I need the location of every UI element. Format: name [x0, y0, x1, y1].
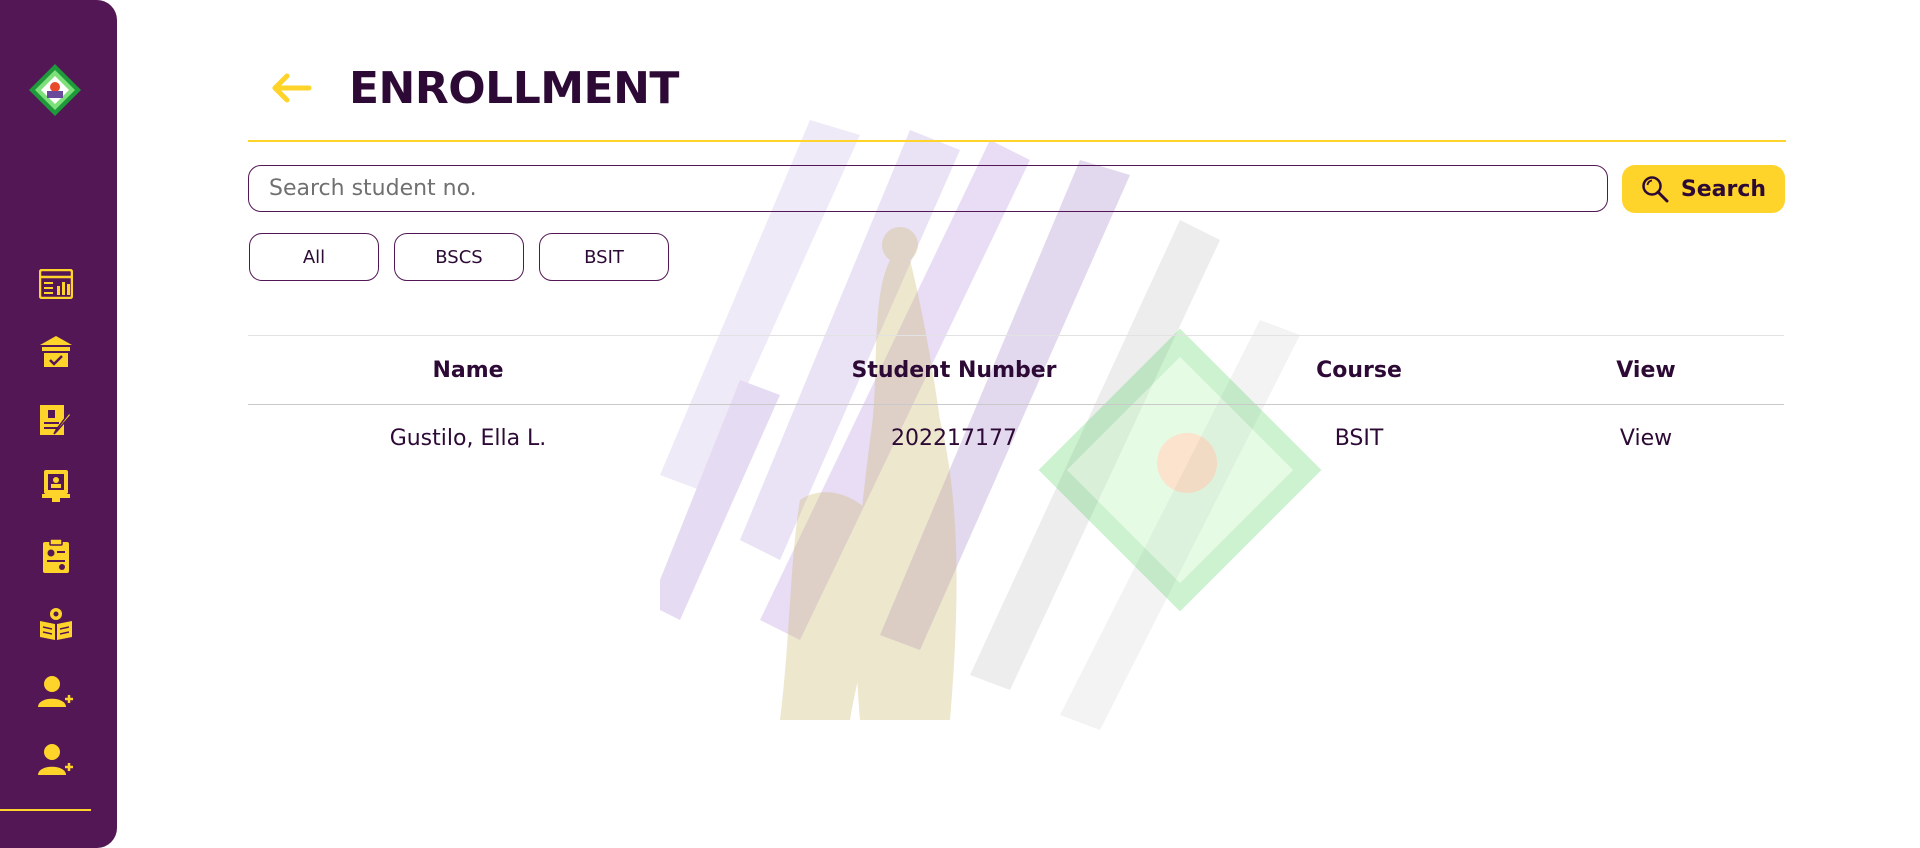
column-header-student-number: Student Number — [851, 358, 1057, 383]
page-title: ENROLLMENT — [349, 62, 679, 114]
table-header-divider — [248, 404, 1784, 405]
search-button-label: Search — [1680, 176, 1767, 202]
search-input[interactable] — [248, 165, 1608, 212]
university-logo[interactable] — [27, 62, 83, 118]
filter-bscs-button[interactable]: BSCS — [394, 233, 524, 281]
table-top-border — [248, 335, 1784, 336]
sidebar-divider — [0, 809, 91, 811]
cell-student-number: 202217177 — [891, 426, 1017, 451]
dashboard-icon[interactable] — [38, 266, 74, 302]
header-divider — [248, 140, 1786, 142]
column-header-name: Name — [432, 358, 504, 383]
cell-course: BSIT — [1334, 426, 1384, 451]
view-link[interactable]: View — [1620, 426, 1672, 451]
cell-name: Gustilo, Ella L. — [389, 426, 547, 451]
search-button[interactable]: Search — [1622, 165, 1785, 213]
back-arrow-icon[interactable] — [269, 68, 319, 108]
sidebar — [0, 0, 117, 848]
school-building-icon[interactable] — [38, 334, 74, 370]
search-icon — [1642, 176, 1669, 203]
add-user-icon[interactable] — [38, 673, 74, 709]
filter-all-button[interactable]: All — [249, 233, 379, 281]
filter-bsit-button[interactable]: BSIT — [539, 233, 669, 281]
column-header-view: View — [1616, 358, 1676, 383]
monitor-icon[interactable] — [38, 468, 74, 504]
clipboard-report-icon[interactable] — [38, 538, 74, 574]
add-user-icon[interactable] — [38, 741, 74, 777]
open-book-icon[interactable] — [38, 606, 74, 642]
column-header-course: Course — [1316, 358, 1402, 383]
page-header: ENROLLMENT — [248, 58, 679, 118]
enrollment-form-icon[interactable] — [38, 402, 74, 438]
